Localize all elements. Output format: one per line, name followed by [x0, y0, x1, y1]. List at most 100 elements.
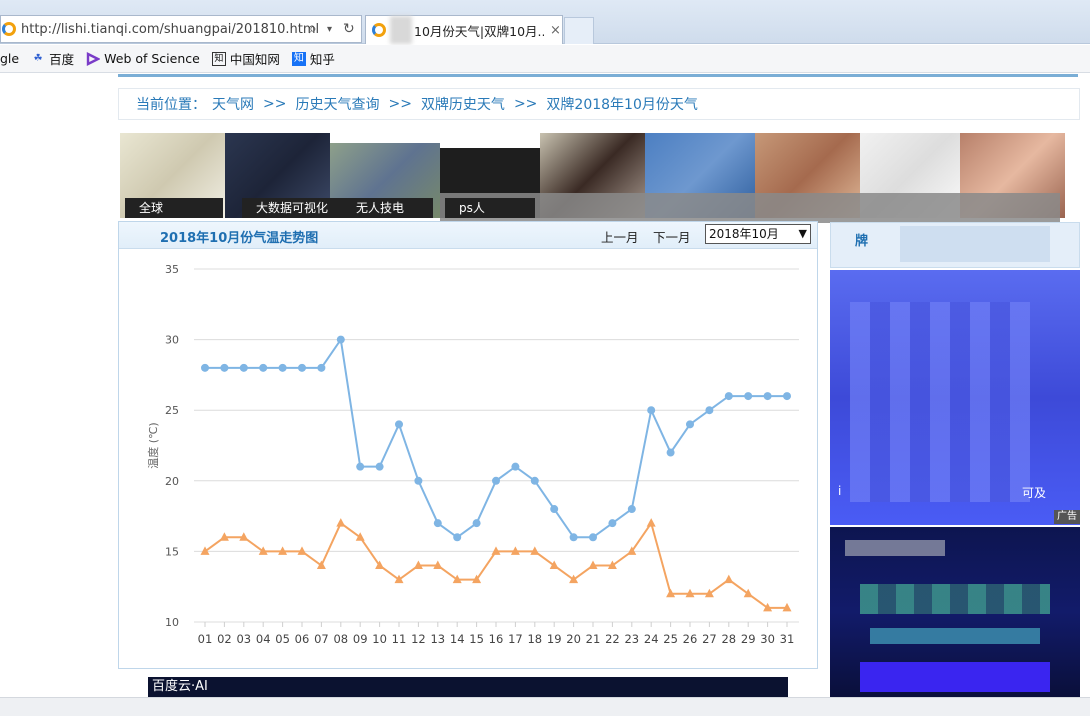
series-line-0: [205, 336, 787, 539]
favorite-web-of-science[interactable]: Web of Science: [86, 51, 200, 66]
favorite-cnki[interactable]: 知 中国知网: [211, 49, 280, 68]
x-tick-label: 26: [683, 632, 698, 646]
dropdown-icon[interactable]: ▾: [327, 24, 332, 35]
x-tick-label: 01: [198, 632, 213, 646]
data-point: [375, 462, 384, 471]
data-point: [472, 519, 481, 528]
breadcrumb-link-home[interactable]: 天气网: [212, 94, 254, 114]
x-tick-label: 30: [760, 632, 775, 646]
y-tick-label: 20: [165, 475, 179, 488]
baidu-paw-icon: ☘: [33, 52, 43, 64]
x-tick-label: 11: [392, 632, 407, 646]
data-point: [705, 406, 714, 415]
x-tick-label: 19: [547, 632, 562, 646]
data-point: [239, 363, 248, 372]
new-tab-button[interactable]: [564, 17, 594, 44]
banner-label: 无人技电: [338, 198, 433, 218]
data-point: [550, 505, 559, 514]
breadcrumb-link-history[interactable]: 历史天气查询: [295, 94, 379, 114]
data-point: [686, 420, 694, 429]
blurred-region: [390, 16, 412, 44]
data-point: [259, 363, 268, 372]
x-tick-label: 28: [721, 632, 736, 646]
favorite-label: 百度: [49, 52, 75, 67]
next-month-link[interactable]: 下一月: [653, 227, 691, 246]
right-sidebar: 牌 i 可及 广告: [830, 222, 1080, 697]
bottom-ad-text: 百度云·AI: [152, 679, 208, 694]
tab-title: 10月份天气|双牌10月...: [414, 23, 544, 39]
address-bar[interactable]: http://lishi.tianqi.com/shuangpai/201810…: [0, 15, 362, 43]
temperature-chart-panel: 2018年10月份气温走势图 上一月 下一月 2018年10月 ▼ 10 15 20…: [118, 221, 818, 669]
x-tick-label: 08: [333, 632, 348, 646]
tab-active[interactable]: 10月份天气|双牌10月... ×: [365, 15, 563, 44]
tab-close-icon[interactable]: ×: [550, 23, 561, 38]
prev-month-link[interactable]: 上一月: [601, 227, 639, 246]
banner-label: 全球: [125, 198, 223, 218]
data-point: [317, 363, 326, 372]
x-tick-label: 15: [469, 632, 484, 646]
data-point: [530, 476, 539, 485]
breadcrumb-prefix: 当前位置：: [136, 97, 206, 113]
x-tick-label: 14: [450, 632, 465, 646]
zhihu-icon: 知: [291, 51, 306, 66]
breadcrumb-separator: >>: [263, 96, 287, 112]
y-tick-label: 10: [165, 616, 179, 629]
x-tick-label: 13: [430, 632, 445, 646]
favorite-label: 知乎: [309, 52, 335, 67]
series-line-1: [204, 520, 787, 609]
favorite-label: 中国知网: [229, 52, 280, 67]
sidebar-ad-text-right: 可及: [1022, 486, 1047, 500]
data-point: [743, 588, 753, 598]
search-icon[interactable]: ⌕: [309, 21, 317, 37]
data-point: [433, 519, 442, 528]
data-point: [763, 392, 772, 401]
ie-page-icon: [2, 22, 16, 36]
x-tick-label: 27: [702, 632, 717, 646]
y-tick-label: 25: [165, 404, 179, 417]
favorite-baidu[interactable]: ☘ 百度: [31, 49, 75, 68]
data-point: [627, 505, 636, 514]
y-tick-label: 15: [165, 545, 179, 558]
x-tick-label: 05: [275, 632, 290, 646]
breadcrumb-link-city[interactable]: 双牌历史天气: [421, 94, 505, 114]
data-point: [608, 519, 617, 528]
chart-title: 2018年10月份气温走势图: [160, 231, 319, 246]
x-tick-label: 23: [624, 632, 639, 646]
data-point: [414, 476, 423, 485]
data-point: [646, 518, 656, 527]
tab-favicon-icon: [372, 23, 386, 37]
ad-banner[interactable]: 全球 大数据可视化 无人技电 ps人: [120, 133, 1065, 225]
sidebar-head-text: 牌: [855, 234, 869, 249]
data-point: [355, 532, 365, 541]
chart-panel-header: 2018年10月份气温走势图 上一月 下一月 2018年10月 ▼: [119, 222, 817, 249]
address-text[interactable]: http://lishi.tianqi.com/shuangpai/201810…: [21, 22, 319, 37]
month-select[interactable]: 2018年10月 ▼: [705, 224, 811, 244]
x-tick-label: 25: [663, 632, 678, 646]
x-tick-label: 17: [508, 632, 523, 646]
wos-icon: [86, 51, 101, 66]
x-tick-label: 18: [527, 632, 542, 646]
data-point: [336, 518, 346, 527]
x-tick-label: 29: [741, 632, 756, 646]
breadcrumb-separator: >>: [513, 96, 538, 112]
data-point: [356, 462, 365, 471]
data-point: [666, 448, 675, 457]
bottom-ad-banner[interactable]: 百度云·AI: [148, 677, 788, 697]
favorite-google[interactable]: gle: [0, 51, 19, 66]
favorite-zhihu[interactable]: 知 知乎: [291, 49, 335, 68]
data-point: [200, 546, 210, 555]
banner-label: ps人: [445, 198, 535, 218]
favorite-label: Web of Science: [104, 51, 200, 66]
data-point: [278, 363, 287, 372]
chevron-down-icon: ▼: [798, 227, 807, 240]
refresh-icon[interactable]: ↻: [343, 21, 355, 37]
data-point: [316, 560, 326, 570]
cnki-icon: 知: [211, 51, 226, 66]
x-tick-label: 20: [566, 632, 581, 646]
y-tick-label: 35: [165, 263, 179, 276]
data-point: [569, 533, 578, 542]
sidebar-ad-text-left: i: [838, 484, 842, 498]
y-axis-label: 温度 (℃): [146, 422, 160, 468]
x-tick-label: 07: [314, 632, 329, 646]
breadcrumb-current[interactable]: 双牌2018年10月份天气: [546, 94, 697, 114]
